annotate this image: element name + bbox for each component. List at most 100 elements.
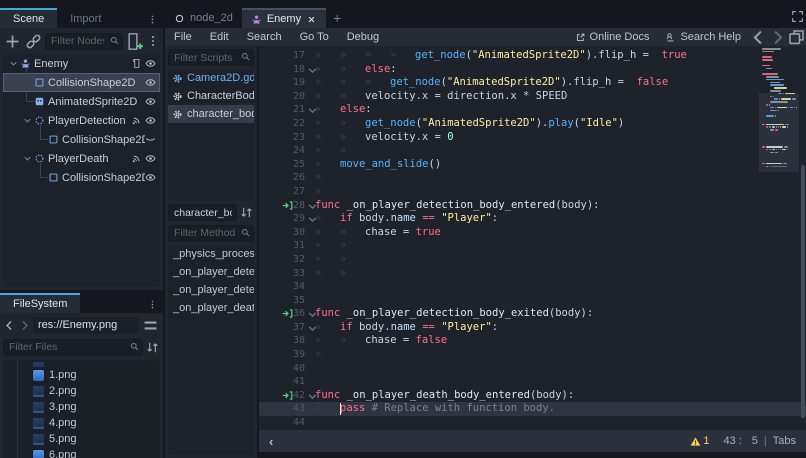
tree-row-playerdeath[interactable]: PlayerDeath — [3, 149, 160, 168]
method-item[interactable]: _on_player_death_... — [168, 299, 254, 317]
code-line-22: 22»»get_node("AnimatedSprite2D").play("I… — [259, 117, 806, 131]
tab-indent-mark: » — [315, 103, 340, 117]
add-node-button[interactable] — [3, 32, 22, 50]
line-number: 24 — [283, 144, 305, 158]
tab-indent-mark: » — [315, 253, 340, 267]
eye-closed-icon[interactable] — [145, 134, 156, 145]
signal-icon[interactable] — [131, 153, 142, 164]
minimap-viewport[interactable] — [759, 93, 799, 172]
node-label: CollisionShape2D — [62, 172, 145, 184]
eye-icon[interactable] — [145, 115, 156, 126]
tab-scene[interactable]: Scene — [0, 8, 57, 28]
tree-row-animatedsprite2d[interactable]: AnimatedSprite2D — [3, 92, 160, 111]
script-name: Camera2D.gd — [187, 72, 254, 84]
menu-search[interactable]: Search — [238, 31, 291, 43]
file-row-2.png[interactable]: 2.png — [3, 383, 160, 399]
method-item[interactable]: _on_player_detecti... — [168, 263, 254, 281]
tab-indent-mark: » — [340, 239, 365, 253]
file-row-4.png[interactable]: 4.png — [3, 415, 160, 431]
warning-count[interactable]: 1 — [703, 435, 709, 447]
search-icon — [240, 51, 251, 62]
code-scrollbar[interactable] — [801, 165, 805, 418]
editor-tab-label: Enemy — [267, 13, 301, 25]
tree-elbow — [21, 92, 34, 111]
eye-icon[interactable] — [145, 77, 156, 88]
eye-icon[interactable] — [145, 153, 156, 164]
tab-import[interactable]: Import — [57, 8, 114, 28]
expand-arrow-icon[interactable] — [21, 153, 34, 164]
kebab-menu-icon[interactable] — [147, 14, 163, 28]
method-item[interactable]: _on_player_detecti... — [168, 281, 254, 299]
expand-arrow-icon[interactable] — [21, 115, 34, 126]
line-number: 25 — [283, 158, 305, 172]
code-minimap[interactable] — [759, 46, 799, 430]
filter-nodes-wrap — [45, 33, 123, 50]
tab-indent-mark: » — [315, 117, 340, 131]
tree-row-collisionshape2d[interactable]: CollisionShape2D — [3, 130, 160, 149]
instance-scene-button[interactable] — [24, 32, 43, 50]
warning-icon[interactable] — [690, 436, 701, 447]
tree-row-playerdetection[interactable]: PlayerDetection — [3, 111, 160, 130]
line-number: 36 — [283, 307, 305, 321]
godot-editor-window: SceneImport Enemy CollisionShape2D Animate… — [0, 0, 806, 458]
toggle-scripts-panel-button[interactable]: ‹ — [269, 434, 273, 449]
code-editor[interactable]: 17»»»»get_node("AnimatedSprite2D").flip_… — [259, 46, 806, 458]
script-item[interactable]: character_body... — [168, 105, 254, 123]
method-item[interactable]: _physics_process — [168, 245, 254, 263]
script-item[interactable]: CharacterBody... — [168, 87, 254, 105]
method-sort-icon[interactable] — [239, 204, 254, 222]
signal-icon[interactable] — [131, 115, 142, 126]
fs-sort-icon[interactable] — [145, 338, 160, 356]
editor-tab-node_2d[interactable]: node_2d — [165, 8, 242, 28]
node-label: PlayerDeath — [48, 153, 109, 165]
tree-row-collisionshape2d[interactable]: CollisionShape2D — [3, 168, 160, 187]
file-name: 2.png — [49, 385, 77, 397]
menu-go-to[interactable]: Go To — [291, 31, 338, 43]
line-number: 43 — [283, 402, 305, 416]
make-floating-icon[interactable] — [787, 28, 806, 46]
expand-arrow-icon[interactable] — [7, 58, 20, 69]
online-docs-button[interactable]: Online Docs — [567, 31, 658, 43]
menu-edit[interactable]: Edit — [201, 31, 238, 43]
file-row-3.png[interactable]: 3.png — [3, 399, 160, 415]
code-line-37: 37»if body.name == "Player": — [259, 321, 806, 335]
new-tab-button[interactable]: + — [326, 8, 348, 28]
file-row-6.png[interactable]: 6.png — [3, 447, 160, 458]
tab-filesystem[interactable]: FileSystem — [0, 293, 80, 313]
editor-tab-Enemy[interactable]: Enemy — [242, 8, 326, 28]
current-script-field[interactable] — [168, 204, 237, 221]
search-help-button[interactable]: Search Help — [657, 31, 749, 43]
file-row-1.png[interactable]: 1.png — [3, 367, 160, 383]
line-number: 34 — [283, 280, 305, 294]
script-icon[interactable] — [131, 58, 142, 69]
eye-icon[interactable] — [145, 58, 156, 69]
gear-icon — [172, 73, 183, 84]
image-file-icon — [33, 386, 44, 397]
enemy-icon — [251, 14, 262, 25]
distraction-free-icon[interactable] — [791, 10, 804, 23]
script-name: character_body... — [187, 108, 254, 120]
indent-mode[interactable]: Tabs — [773, 435, 796, 447]
script-item[interactable]: Camera2D.gd — [168, 69, 254, 87]
menu-debug[interactable]: Debug — [338, 31, 388, 43]
eye-icon[interactable] — [145, 172, 156, 183]
scene-menu-icon[interactable] — [146, 32, 160, 50]
history-back-icon[interactable] — [749, 28, 768, 46]
filter-files-input[interactable] — [3, 339, 143, 356]
code-line-32: 32»» — [259, 253, 806, 267]
fs-forward-icon[interactable] — [18, 316, 31, 334]
node-label: CollisionShape2D — [62, 134, 145, 146]
close-icon[interactable] — [306, 14, 317, 25]
script-name: CharacterBody... — [187, 90, 254, 102]
history-forward-icon[interactable] — [768, 28, 787, 46]
filesystem-menu-icon[interactable] — [147, 299, 163, 313]
fs-path[interactable]: res://Enemy.png — [33, 317, 139, 334]
file-row-5.png[interactable]: 5.png — [3, 431, 160, 447]
menu-file[interactable]: File — [165, 31, 201, 43]
tab-indent-mark: » — [315, 402, 340, 416]
tab-indent-mark: » — [340, 90, 365, 104]
eye-icon[interactable] — [145, 96, 156, 107]
fs-split-mode-icon[interactable] — [141, 316, 160, 334]
attach-script-button[interactable] — [125, 32, 144, 50]
fs-back-icon[interactable] — [3, 316, 16, 334]
